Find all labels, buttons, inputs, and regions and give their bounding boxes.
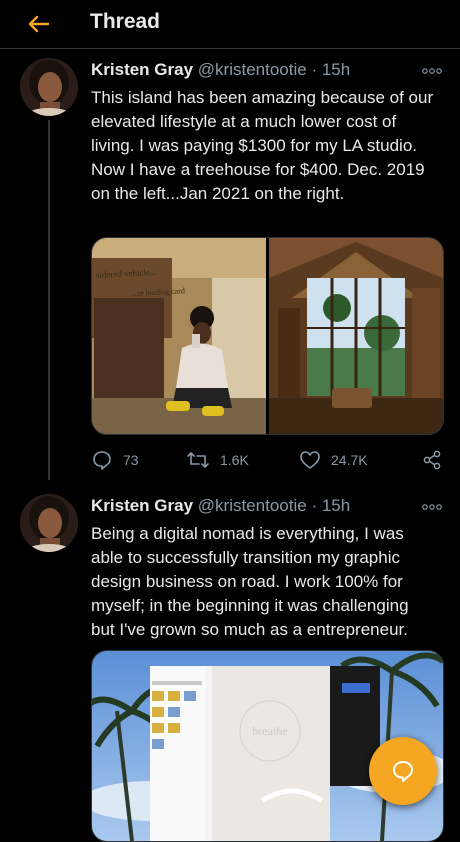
avatar[interactable] xyxy=(20,494,78,552)
more-dots-icon xyxy=(422,504,442,510)
avatar[interactable] xyxy=(20,58,78,116)
media-image-left[interactable]: sidered vehicle... ...te leading card xyxy=(92,238,266,434)
retweet-icon xyxy=(187,452,209,468)
separator-dot: · xyxy=(311,496,318,515)
avatar-image xyxy=(20,494,78,552)
media-image-right[interactable] xyxy=(269,238,443,434)
heart-icon xyxy=(300,451,320,469)
author-handle[interactable]: @kristentootie xyxy=(198,496,307,515)
more-options-button[interactable] xyxy=(420,500,444,518)
tweet-time[interactable]: 15h xyxy=(322,60,350,79)
author-name[interactable]: Kristen Gray xyxy=(91,496,193,515)
retweet-count: 1.6K xyxy=(220,452,249,468)
separator-dot: · xyxy=(311,60,318,79)
share-icon xyxy=(423,450,441,470)
reply-icon xyxy=(93,451,111,470)
tweet-time[interactable]: 15h xyxy=(322,496,350,515)
like-count: 24.7K xyxy=(331,452,368,468)
tweet-media[interactable]: sidered vehicle... ...te leading card xyxy=(91,237,444,435)
author-handle[interactable]: @kristentootie xyxy=(198,60,307,79)
like-button[interactable]: 24.7K xyxy=(299,448,368,472)
tweet-header: Kristen Gray @kristentootie · 15h xyxy=(91,60,350,80)
reply-button[interactable]: 73 xyxy=(91,448,139,472)
avatar-image xyxy=(20,58,78,116)
tweet-actions: 73 1.6K 24.7K xyxy=(91,448,451,472)
author-name[interactable]: Kristen Gray xyxy=(91,60,193,79)
retweet-button[interactable]: 1.6K xyxy=(186,448,249,472)
more-options-button[interactable] xyxy=(420,64,444,82)
tweet-text: Being a digital nomad is everything, I w… xyxy=(91,524,409,639)
media-grid: sidered vehicle... ...te leading card xyxy=(92,238,443,434)
tweet[interactable]: Kristen Gray @kristentootie · 15h This i… xyxy=(0,0,460,480)
more-dots-icon xyxy=(422,68,442,74)
reply-count: 73 xyxy=(123,452,139,468)
compose-reply-icon xyxy=(393,761,413,782)
tweet-text: This island has been amazing because of … xyxy=(91,88,434,203)
tweet-header: Kristen Gray @kristentootie · 15h xyxy=(91,496,350,516)
compose-reply-button[interactable] xyxy=(369,737,437,805)
share-button[interactable] xyxy=(421,448,443,472)
thread-line xyxy=(48,120,50,480)
media-watermark: breathe xyxy=(252,724,287,738)
